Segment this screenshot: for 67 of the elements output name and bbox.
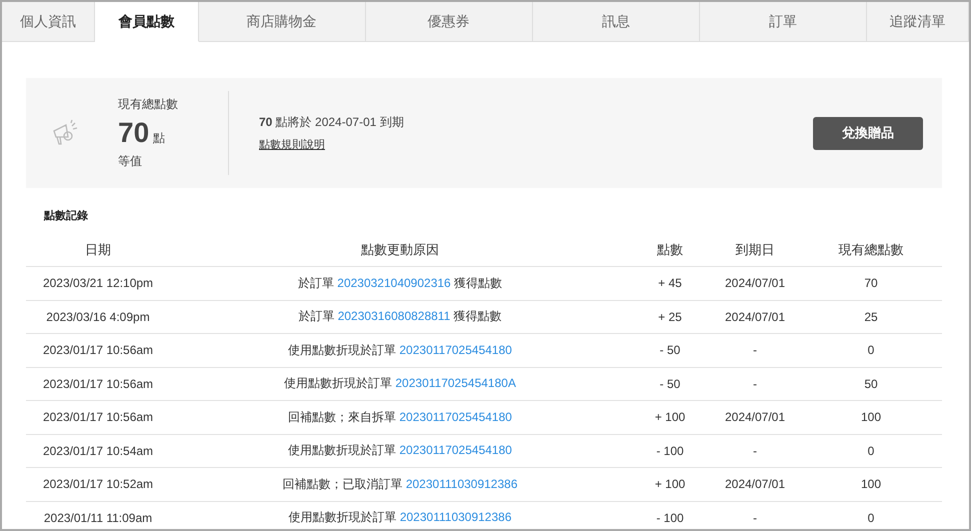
total-points-label: 現有總點數 — [118, 96, 179, 113]
table-cell: 使用點數折現於訂單 20230111030912386 — [288, 509, 512, 526]
table-cell: 2023/01/17 10:52am — [42, 477, 154, 492]
table-cell: 2024/07/01 — [724, 276, 786, 290]
table-cell: - — [753, 376, 757, 391]
points-unit: 點 — [153, 130, 166, 147]
table-cell: - — [753, 510, 757, 525]
table-cell: 100 — [860, 477, 882, 492]
column-header: 點數更動原因 — [361, 240, 439, 258]
table-cell: + 45 — [658, 276, 682, 290]
table-cell: + 25 — [658, 310, 682, 324]
column-header: 點數 — [657, 240, 683, 258]
table-cell: - 100 — [656, 510, 684, 525]
table-cell: 0 — [868, 510, 874, 525]
table-cell: 2024/07/01 — [724, 410, 786, 424]
tab[interactable]: 優惠券 — [366, 2, 533, 42]
table-cell: 於訂單 20230321040902316 獲得點數 — [298, 274, 502, 292]
table-cell: 2023/01/11 11:09am — [44, 510, 152, 525]
tab[interactable]: 訂單 — [700, 2, 868, 42]
order-link[interactable]: 20230117025454180 — [399, 342, 512, 357]
table-cell: 0 — [868, 444, 874, 458]
order-link[interactable]: 20230111030912386 — [406, 476, 518, 491]
table-cell: + 100 — [654, 477, 686, 492]
order-link[interactable]: 20230111030912386 — [400, 510, 512, 524]
order-link[interactable]: 20230117025454180A — [395, 376, 516, 390]
table-cell: - 100 — [656, 444, 684, 458]
table-cell: 50 — [864, 376, 878, 391]
tab[interactable]: 個人資訊 — [2, 2, 96, 42]
tab[interactable]: 訊息 — [532, 2, 700, 42]
section-title: 點數記錄 — [44, 208, 89, 223]
table-cell: 25 — [864, 310, 878, 324]
table-cell: - — [753, 343, 757, 358]
table-cell: 100 — [860, 410, 882, 424]
table-cell: 70 — [864, 276, 878, 290]
points-value: 70 — [118, 117, 150, 149]
table-cell: 使用點數折現於訂單 20230117025454180 — [288, 342, 512, 359]
table-cell: 2024/07/01 — [724, 477, 786, 492]
table-cell: 2023/01/17 10:56am — [42, 343, 154, 358]
table-cell: 使用點數折現於訂單 20230117025454180 — [288, 442, 512, 460]
table-cell: 2023/01/17 10:54am — [42, 444, 154, 458]
column-header: 現有總點數 — [838, 240, 904, 258]
order-link[interactable]: 20230117025454180 — [399, 443, 512, 458]
table-cell: 回補點數；已取消訂單 20230111030912386 — [282, 476, 518, 493]
table-cell: 2023/01/17 10:56am — [42, 376, 154, 391]
table-cell: + 100 — [654, 410, 686, 424]
table-cell: 2023/03/21 12:10pm — [42, 276, 154, 290]
table-cell: 2023/01/17 10:56am — [42, 410, 154, 424]
order-link[interactable]: 20230117025454180 — [399, 410, 512, 424]
table-cell: 0 — [868, 343, 874, 358]
redeem-gift-button[interactable]: 兌換贈品 — [813, 116, 923, 150]
table-cell: - 50 — [660, 376, 680, 391]
table-cell: - — [753, 444, 757, 458]
column-header: 日期 — [85, 240, 111, 258]
table-cell: 使用點數折現於訂單 20230117025454180A — [284, 375, 516, 392]
table-cell: 回補點數；來自拆單 20230117025454180 — [288, 408, 512, 426]
points-rules-link[interactable]: 點數規則說明 — [259, 137, 325, 152]
tab[interactable]: 追蹤清單 — [867, 2, 969, 42]
table-cell: 2023/03/16 4:09pm — [46, 310, 150, 324]
equivalent-label: 等值 — [118, 153, 143, 170]
table-cell: - 50 — [660, 343, 680, 358]
order-link[interactable]: 20230316080828811 — [338, 309, 450, 324]
expiry-notice: 70 點將於 2024-07-01 到期 — [259, 114, 405, 131]
column-header: 到期日 — [736, 240, 774, 258]
table-cell: 2024/07/01 — [724, 310, 786, 324]
order-link[interactable]: 20230321040902316 — [337, 276, 451, 290]
tab[interactable]: 商店購物金 — [198, 2, 366, 42]
table-cell: 於訂單 20230316080828811 獲得點數 — [298, 308, 502, 326]
